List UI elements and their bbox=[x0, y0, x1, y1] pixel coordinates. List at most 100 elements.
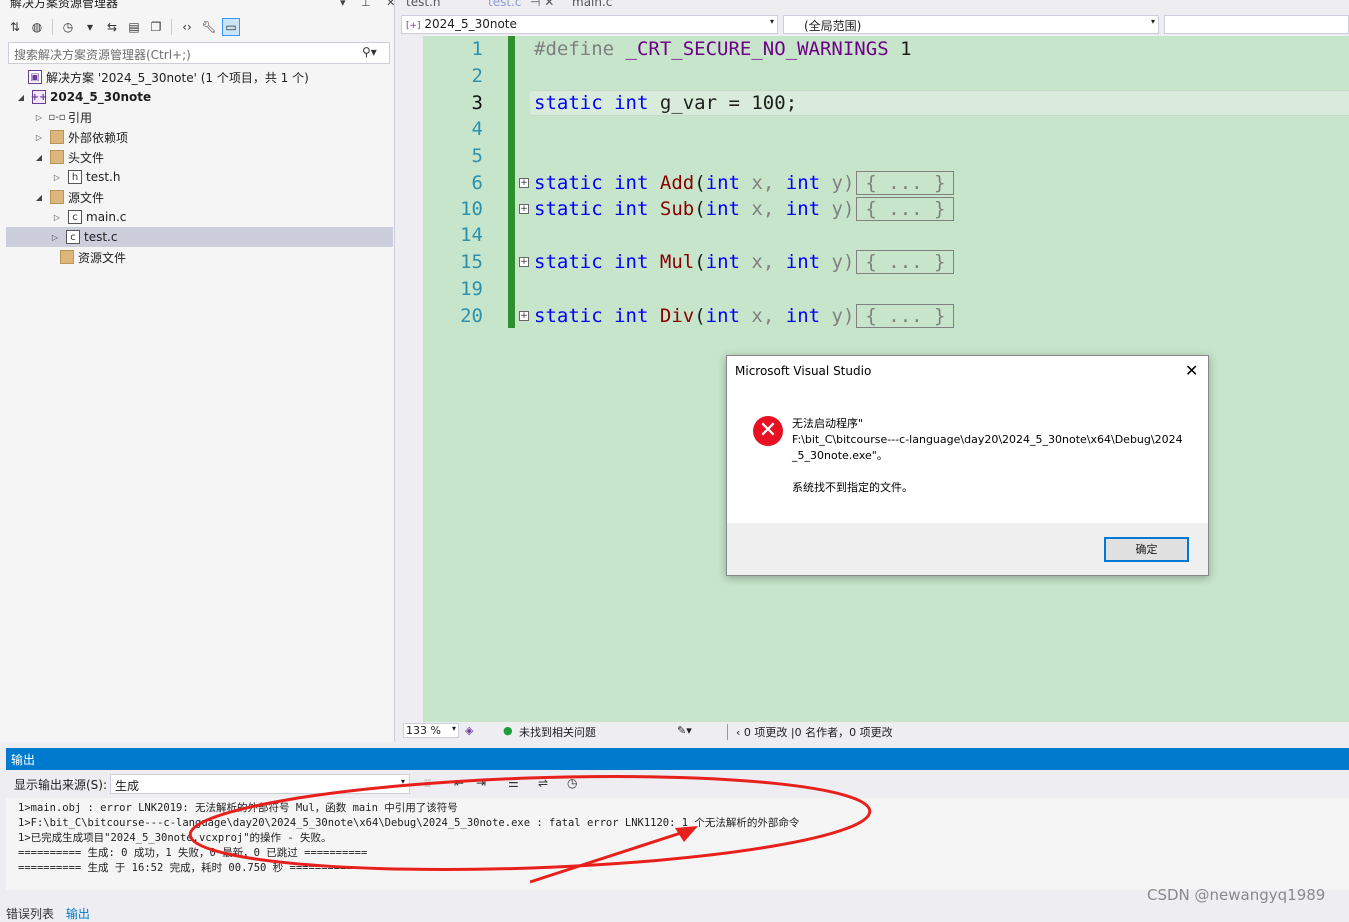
close-icon[interactable]: ✕ bbox=[1185, 361, 1198, 380]
line-number: 2 bbox=[471, 65, 483, 87]
tree-item-source-files[interactable]: ◢ 源文件 bbox=[8, 187, 393, 207]
find-message-icon[interactable]: ⩸ bbox=[424, 776, 431, 791]
collapsed-block[interactable]: { ... } bbox=[856, 171, 955, 195]
tree-item-solution[interactable]: ▣ 解决方案 '2024_5_30note' (1 个项目，共 1 个) bbox=[8, 67, 393, 87]
copy-icon[interactable]: ❐ bbox=[147, 18, 165, 36]
solution-tree: ▣ 解决方案 '2024_5_30note' (1 个项目，共 1 个) ◢ ++… bbox=[6, 67, 393, 267]
tree-item-label: 2024_5_30note bbox=[50, 90, 152, 104]
dialog-title: Microsoft Visual Studio bbox=[735, 364, 872, 378]
git-changes-text: 0 项更改 |0 名作者，0 项更改 bbox=[743, 726, 893, 739]
clock-icon[interactable]: ◷ bbox=[567, 776, 577, 790]
zoom-dropdown[interactable]: 133 % ▾ bbox=[403, 723, 459, 738]
collapsed-block[interactable]: { ... } bbox=[856, 304, 955, 328]
dialog-message-line: _5_30note.exe"。 bbox=[792, 449, 888, 462]
collapsed-arrow-icon[interactable]: ▷ bbox=[52, 173, 62, 182]
expand-outline-icon[interactable]: + bbox=[519, 257, 529, 267]
collapsed-block[interactable]: { ... } bbox=[856, 250, 955, 274]
tab-test-c[interactable]: test.c bbox=[488, 0, 521, 9]
output-panel-title: 输出 bbox=[6, 748, 1349, 770]
keyword-int: int bbox=[785, 198, 821, 220]
output-line: 1>main.obj : error LNK2019: 无法解析的外部符号 Mu… bbox=[18, 802, 458, 814]
variable-declaration: g_var = 100; bbox=[648, 92, 798, 114]
editor-tab-strip: test.h test.c ⊣ ✕ main.c bbox=[400, 0, 1349, 12]
macro-name: _CRT_SECURE_NO_WARNINGS bbox=[625, 38, 889, 60]
expand-outline-icon[interactable]: + bbox=[519, 204, 529, 214]
tree-item-test-c[interactable]: ▷ c test.c bbox=[6, 227, 393, 247]
brush-icon[interactable]: ✎▾ bbox=[677, 724, 692, 737]
expanded-arrow-icon[interactable]: ◢ bbox=[16, 93, 26, 102]
header-file-icon: h bbox=[68, 170, 82, 184]
scope-dropdown[interactable]: (全局范围) ▾ bbox=[783, 15, 1159, 34]
solution-explorer-toolbar: ⇅ ◍ ◷ ▾ ⇆ ▤ ❐ ‹› 🔧︎ ▭ bbox=[6, 16, 391, 38]
panel-title-controls[interactable]: ▾ ⊥ ✕ bbox=[340, 0, 401, 9]
code-line-mul: 15 + static int Mul(int x, int y){ ... } bbox=[423, 249, 955, 275]
expand-outline-icon[interactable]: + bbox=[519, 178, 529, 188]
keyword-static: static bbox=[534, 92, 603, 114]
tree-item-references[interactable]: ▷ ▫-▫ 引用 bbox=[8, 107, 393, 127]
clear-all-icon[interactable]: ☰ bbox=[508, 776, 519, 790]
folder-icon bbox=[50, 150, 64, 164]
search-icon[interactable]: ⚲▾ bbox=[362, 45, 377, 59]
project-dropdown[interactable]: [+] 2024_5_30note ▾ bbox=[401, 15, 778, 34]
wrench-icon[interactable]: 🔧︎ bbox=[200, 18, 218, 36]
collapse-all-icon[interactable]: ▤ bbox=[125, 18, 143, 36]
solution-icon: ▣ bbox=[28, 70, 42, 84]
line-number: 3 bbox=[471, 92, 483, 114]
code-view-icon[interactable]: ‹› bbox=[178, 18, 196, 36]
member-dropdown[interactable] bbox=[1164, 15, 1349, 34]
dialog-message-line: 无法启动程序" bbox=[792, 417, 864, 430]
function-name: Mul bbox=[659, 251, 695, 273]
collapsed-arrow-icon[interactable]: ▷ bbox=[50, 233, 60, 242]
previous-message-icon[interactable]: ⇤ bbox=[454, 776, 464, 790]
paren: ( bbox=[694, 172, 706, 194]
tree-item-header-files[interactable]: ◢ 头文件 bbox=[8, 147, 393, 167]
tree-item-resource-files[interactable]: 资源文件 bbox=[8, 247, 393, 267]
collapsed-arrow-icon[interactable]: ▷ bbox=[34, 113, 44, 122]
tree-item-label: 头文件 bbox=[68, 150, 105, 165]
issues-status[interactable]: 未找到相关问题 bbox=[519, 724, 596, 740]
tab-error-list[interactable]: 错误列表 bbox=[6, 907, 54, 921]
preview-toggle-icon[interactable]: ▭ bbox=[222, 18, 240, 36]
intellicode-icon[interactable]: ◈ bbox=[465, 724, 473, 737]
chevron-down-icon[interactable]: ▾ bbox=[81, 18, 99, 36]
ok-button[interactable]: 确定 bbox=[1104, 537, 1189, 562]
keyword-static: static bbox=[534, 305, 603, 327]
tree-item-test-h[interactable]: ▷ h test.h bbox=[8, 167, 393, 187]
collapsed-arrow-icon[interactable]: ▷ bbox=[52, 213, 62, 222]
globe-icon[interactable]: ◍ bbox=[28, 18, 46, 36]
swap-icon[interactable]: ⇆ bbox=[103, 18, 121, 36]
output-source-dropdown[interactable]: 生成 ▾ bbox=[110, 774, 410, 794]
keyword-static: static bbox=[534, 172, 603, 194]
next-message-icon[interactable]: ⇥ bbox=[476, 776, 486, 790]
function-name: Div bbox=[659, 305, 695, 327]
tree-item-external-deps[interactable]: ▷ 外部依赖项 bbox=[8, 127, 393, 147]
tab-main-c[interactable]: main.c bbox=[572, 0, 612, 9]
collapsed-arrow-icon[interactable]: ▷ bbox=[34, 133, 44, 142]
keyword-int: int bbox=[705, 251, 740, 273]
code-line-add: 6 + static int Add(int x, int y){ ... } bbox=[423, 170, 955, 196]
tab-test-c-controls[interactable]: ⊣ ✕ bbox=[530, 0, 554, 9]
function-name: Sub bbox=[659, 198, 695, 220]
preprocessor-keyword: #define bbox=[534, 38, 615, 60]
code-line: 2 bbox=[423, 63, 483, 89]
word-wrap-icon[interactable]: ⇌ bbox=[538, 776, 548, 790]
tab-output[interactable]: 输出 bbox=[66, 907, 90, 921]
tree-item-project[interactable]: ◢ ++ 2024_5_30note bbox=[8, 87, 393, 107]
toolbar-divider bbox=[171, 19, 172, 35]
keyword-int: int bbox=[785, 305, 821, 327]
history-icon[interactable]: ◷ bbox=[59, 18, 77, 36]
line-number: 5 bbox=[471, 145, 483, 167]
collapsed-block[interactable]: { ... } bbox=[856, 197, 955, 221]
solution-search-input[interactable]: 搜索解决方案资源管理器(Ctrl+;) bbox=[8, 42, 390, 64]
chevron-down-icon: ▾ bbox=[769, 17, 774, 26]
expand-outline-icon[interactable]: + bbox=[519, 311, 529, 321]
line-number: 10 bbox=[460, 198, 483, 220]
sync-icon[interactable]: ⇅ bbox=[6, 18, 24, 36]
tree-item-main-c[interactable]: ▷ c main.c bbox=[8, 207, 393, 227]
param-x: x, bbox=[739, 305, 786, 327]
expanded-arrow-icon[interactable]: ◢ bbox=[34, 193, 44, 202]
expanded-arrow-icon[interactable]: ◢ bbox=[34, 153, 44, 162]
git-changes-status[interactable]: ‹ 0 项更改 |0 名作者，0 项更改 bbox=[727, 724, 945, 740]
keyword-int: int bbox=[614, 198, 649, 220]
tab-test-h[interactable]: test.h bbox=[406, 0, 440, 9]
